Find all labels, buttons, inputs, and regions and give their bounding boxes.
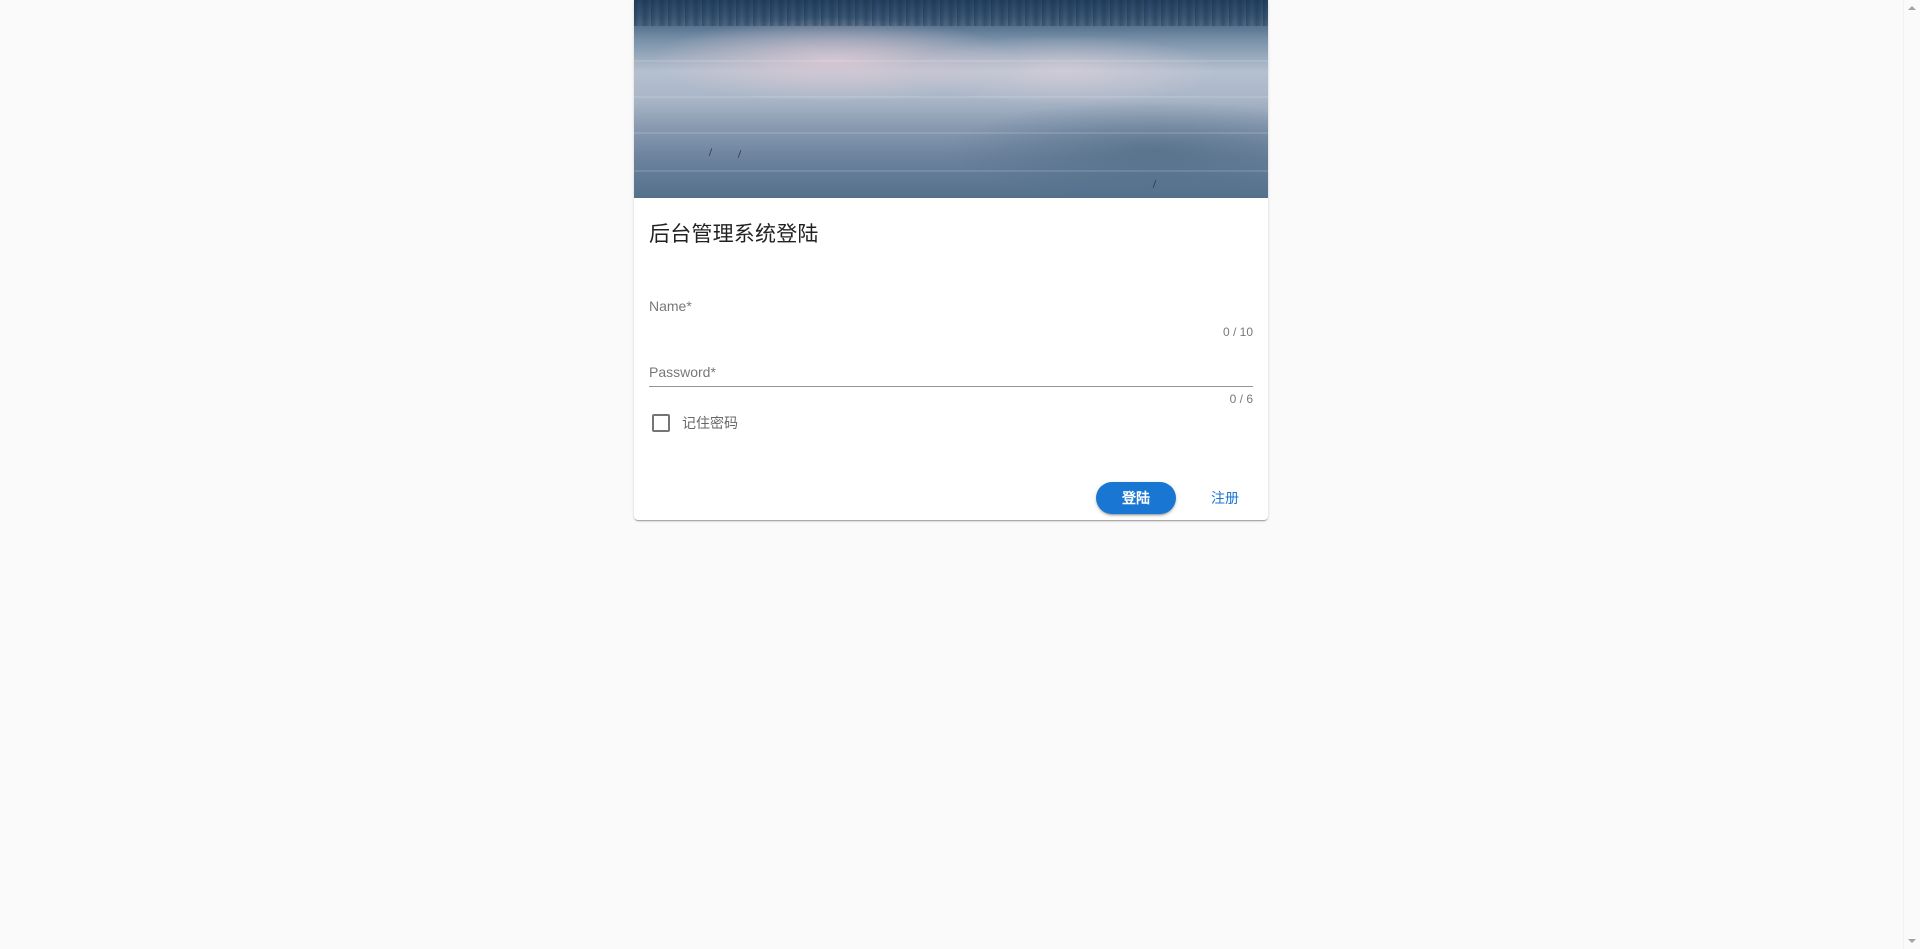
scroll-up-icon[interactable] bbox=[1908, 6, 1916, 10]
page: 后台管理系统登陆 Name* 0 / 10 Password* 0 / 6 记住… bbox=[0, 0, 1920, 949]
login-button[interactable]: 登陆 bbox=[1096, 482, 1176, 514]
water-ripple bbox=[634, 96, 1268, 98]
reed bbox=[708, 148, 713, 156]
header-image bbox=[634, 0, 1268, 198]
password-input[interactable] bbox=[649, 361, 1257, 385]
tree-reflection bbox=[634, 0, 1268, 26]
vertical-scrollbar[interactable] bbox=[1903, 0, 1920, 949]
scroll-down-icon[interactable] bbox=[1908, 939, 1916, 943]
water-ripple bbox=[634, 170, 1268, 172]
water-ripple bbox=[634, 132, 1268, 134]
water-ripple bbox=[634, 60, 1268, 62]
password-counter: 0 / 6 bbox=[1229, 392, 1253, 406]
remember-password-row[interactable]: 记住密码 bbox=[649, 413, 738, 433]
remember-password-checkbox[interactable] bbox=[652, 414, 670, 432]
remember-password-label[interactable]: 记住密码 bbox=[682, 413, 738, 433]
reed bbox=[737, 150, 742, 158]
name-input[interactable] bbox=[649, 295, 1257, 319]
page-title: 后台管理系统登陆 bbox=[649, 223, 819, 246]
register-button[interactable]: 注册 bbox=[1197, 482, 1253, 514]
name-counter: 0 / 10 bbox=[1222, 325, 1253, 339]
reed bbox=[1152, 180, 1157, 188]
password-underline bbox=[649, 386, 1253, 387]
login-card: 后台管理系统登陆 Name* 0 / 10 Password* 0 / 6 记住… bbox=[634, 0, 1268, 520]
name-field[interactable]: Name* 0 / 10 bbox=[649, 295, 1257, 340]
password-field[interactable]: Password* 0 / 6 bbox=[649, 361, 1257, 406]
